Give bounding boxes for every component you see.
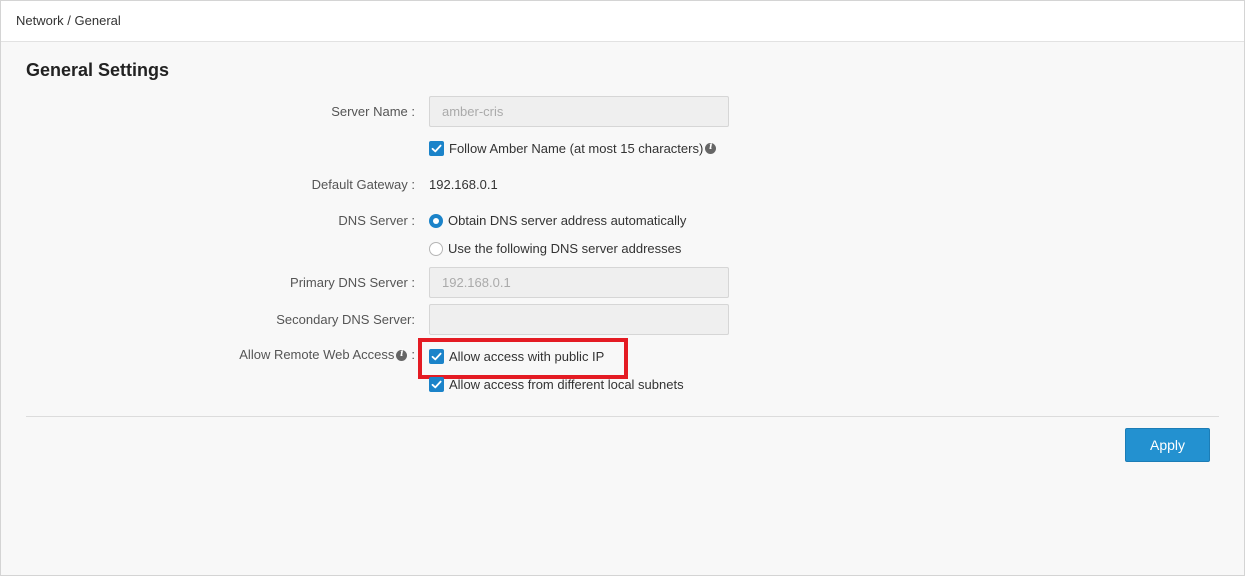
check-icon xyxy=(431,144,442,153)
page-title: General Settings xyxy=(26,60,170,80)
secondary-dns-label: Secondary DNS Server: xyxy=(276,312,415,327)
remote-access-label: Allow Remote Web Access: xyxy=(239,347,415,362)
breadcrumb-bar: Network / General xyxy=(1,1,1244,42)
dns-auto-label: Obtain DNS server address automatically xyxy=(448,213,687,228)
breadcrumb: Network / General xyxy=(16,13,121,28)
server-name-input[interactable] xyxy=(430,97,728,126)
local-subnets-option[interactable]: Allow access from different local subnet… xyxy=(429,376,684,393)
follow-name-checkbox[interactable] xyxy=(429,141,444,156)
check-icon xyxy=(431,380,442,389)
primary-dns-input[interactable] xyxy=(430,268,728,297)
secondary-dns-field[interactable] xyxy=(429,304,729,335)
dns-manual-option[interactable]: Use the following DNS server addresses xyxy=(429,240,681,257)
info-icon[interactable] xyxy=(705,142,717,154)
local-subnets-checkbox[interactable] xyxy=(429,377,444,392)
settings-page: Network / General General Settings Serve… xyxy=(0,0,1245,576)
apply-button[interactable]: Apply xyxy=(1125,428,1210,462)
primary-dns-field[interactable] xyxy=(429,267,729,298)
dns-auto-option[interactable]: Obtain DNS server address automatically xyxy=(429,212,686,229)
server-name-label: Server Name : xyxy=(331,104,415,119)
secondary-dns-input[interactable] xyxy=(430,305,728,334)
dns-auto-radio[interactable] xyxy=(429,213,443,228)
dns-server-label: DNS Server : xyxy=(338,213,415,228)
dns-manual-radio[interactable] xyxy=(429,241,443,256)
primary-dns-label: Primary DNS Server : xyxy=(290,275,415,290)
remote-access-label-text: Allow Remote Web Access xyxy=(239,347,395,362)
default-gateway-value: 192.168.0.1 xyxy=(429,177,498,192)
divider xyxy=(26,416,1219,417)
follow-name-option[interactable]: Follow Amber Name (at most 15 characters… xyxy=(429,140,717,157)
dns-manual-label: Use the following DNS server addresses xyxy=(448,241,682,256)
remote-access-label-colon: : xyxy=(411,347,415,362)
local-subnets-label: Allow access from different local subnet… xyxy=(449,377,684,392)
follow-name-label: Follow Amber Name (at most 15 characters… xyxy=(449,141,704,156)
default-gateway-label: Default Gateway : xyxy=(311,177,415,192)
highlight-box xyxy=(418,338,628,379)
server-name-field[interactable] xyxy=(429,96,729,127)
info-icon[interactable] xyxy=(396,349,408,362)
